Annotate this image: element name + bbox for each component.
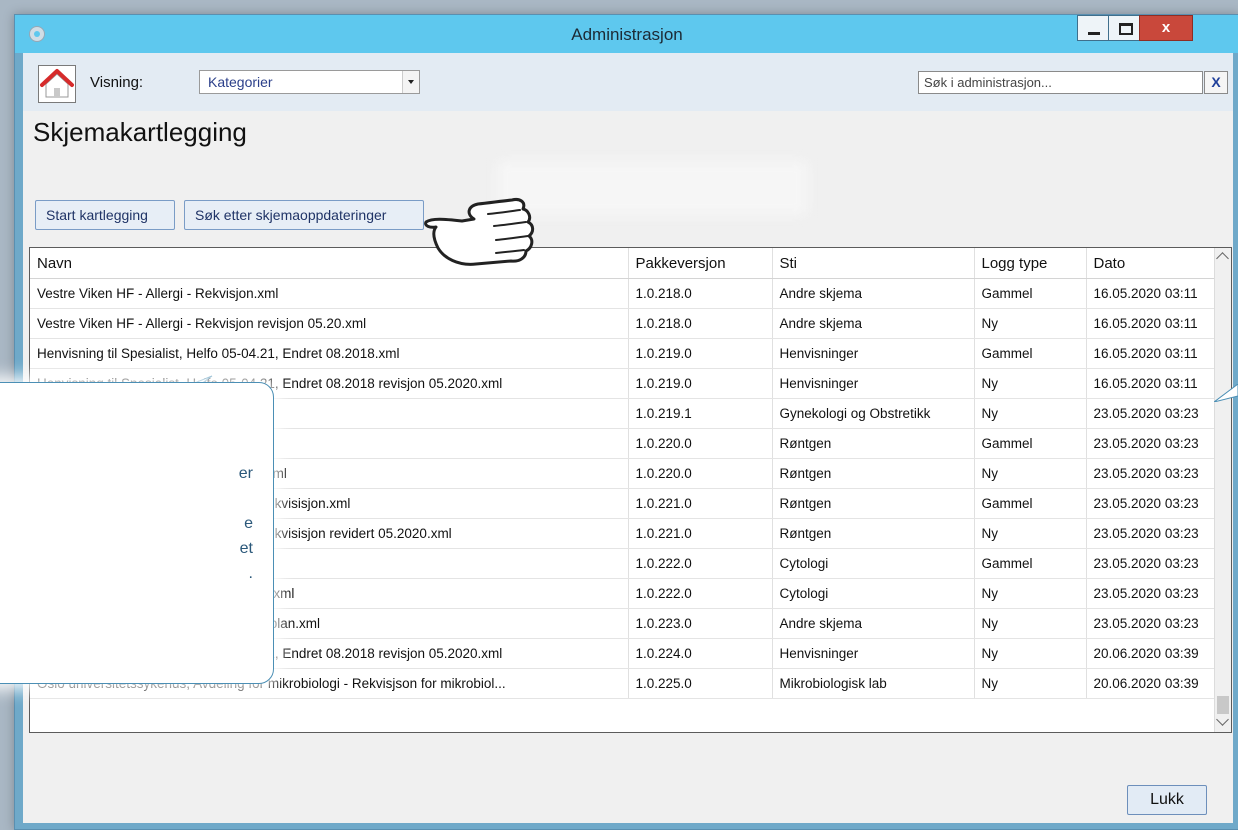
callout-line: e: [244, 515, 253, 532]
chevron-down-icon[interactable]: [402, 71, 419, 93]
search-clear-button[interactable]: X: [1204, 71, 1228, 94]
cell-pakkeversjon: 1.0.221.0: [628, 518, 773, 549]
cell-sti: Gynekologi og Obstretikk: [772, 398, 975, 429]
cell-logg-type: Gammel: [974, 428, 1087, 459]
toolbar: Visning: Kategorier X: [23, 53, 1233, 111]
pointing-hand-icon: [424, 198, 535, 266]
cell-dato: 16.05.2020 03:11: [1086, 308, 1217, 339]
cell-dato: 16.05.2020 03:11: [1086, 278, 1217, 309]
cell-dato: 23.05.2020 03:23: [1086, 518, 1217, 549]
cell-pakkeversjon: 1.0.220.0: [628, 428, 773, 459]
cell-dato: 23.05.2020 03:23: [1086, 458, 1217, 489]
cell-dato: 23.05.2020 03:23: [1086, 398, 1217, 429]
window-title: Administrasjon: [571, 25, 683, 44]
cell-dato: 20.06.2020 03:39: [1086, 668, 1217, 699]
cell-dato: 23.05.2020 03:23: [1086, 548, 1217, 579]
vertical-scrollbar[interactable]: [1214, 248, 1231, 732]
cell-sti: Cytologi: [772, 548, 975, 579]
minimize-button[interactable]: [1077, 15, 1109, 41]
maximize-button[interactable]: [1108, 15, 1140, 41]
cell-logg-type: Ny: [974, 458, 1087, 489]
title-bar[interactable]: Administrasjon x: [15, 15, 1238, 53]
cell-sti: Andre skjema: [772, 608, 975, 639]
cell-logg-type: Gammel: [974, 338, 1087, 369]
cell-pakkeversjon: 1.0.219.0: [628, 368, 773, 399]
search-schema-updates-button[interactable]: Søk etter skjemaoppdateringer: [184, 200, 424, 230]
scroll-down-icon[interactable]: [1216, 713, 1229, 726]
cell-pakkeversjon: 1.0.219.0: [628, 338, 773, 369]
home-button[interactable]: [38, 65, 76, 103]
cell-sti: Henvisninger: [772, 338, 975, 369]
cell-pakkeversjon: 1.0.222.0: [628, 578, 773, 609]
home-icon: [40, 69, 74, 98]
cell-pakkeversjon: 1.0.222.0: [628, 548, 773, 579]
table-row[interactable]: Henvisning til Spesialist, Helfo 05-04.2…: [30, 338, 1217, 369]
cell-sti: Mikrobiologisk lab: [772, 668, 975, 699]
cell-dato: 16.05.2020 03:11: [1086, 338, 1217, 369]
callout-text: er e et .: [0, 383, 267, 683]
table-header-row: Navn Pakkeversjon Sti Logg type Dato: [30, 248, 1217, 279]
column-header-dato[interactable]: Dato: [1086, 248, 1217, 279]
cell-logg-type: Ny: [974, 368, 1087, 399]
start-kartlegging-button[interactable]: Start kartlegging: [35, 200, 175, 230]
column-header-pakkeversjon[interactable]: Pakkeversjon: [628, 248, 773, 279]
cell-logg-type: Ny: [974, 668, 1087, 699]
cell-pakkeversjon: 1.0.218.0: [628, 278, 773, 309]
cell-dato: 23.05.2020 03:23: [1086, 428, 1217, 459]
cell-pakkeversjon: 1.0.220.0: [628, 458, 773, 489]
cell-logg-type: Ny: [974, 398, 1087, 429]
cell-dato: 23.05.2020 03:23: [1086, 578, 1217, 609]
scroll-up-icon[interactable]: [1216, 252, 1229, 265]
cell-logg-type: Ny: [974, 308, 1087, 339]
cell-pakkeversjon: 1.0.224.0: [628, 638, 773, 669]
lukk-button[interactable]: Lukk: [1127, 785, 1207, 815]
cell-sti: Andre skjema: [772, 308, 975, 339]
cell-logg-type: Ny: [974, 638, 1087, 669]
cell-dato: 23.05.2020 03:23: [1086, 488, 1217, 519]
cell-dato: 23.05.2020 03:23: [1086, 608, 1217, 639]
cell-logg-type: Gammel: [974, 548, 1087, 579]
cell-navn: Vestre Viken HF - Allergi - Rekvisjon.xm…: [30, 278, 629, 309]
close-window-button[interactable]: x: [1139, 15, 1193, 41]
cell-dato: 20.06.2020 03:39: [1086, 638, 1217, 669]
visning-dropdown[interactable]: Kategorier: [199, 70, 420, 94]
cell-sti: Henvisninger: [772, 638, 975, 669]
callout-line: et: [239, 540, 253, 557]
callout-line: er: [238, 465, 253, 482]
cell-sti: Andre skjema: [772, 278, 975, 309]
right-callout-pointer: [1214, 384, 1238, 402]
visning-value: Kategorier: [208, 74, 273, 90]
search-input[interactable]: [918, 71, 1203, 94]
cell-pakkeversjon: 1.0.221.0: [628, 488, 773, 519]
cell-logg-type: Gammel: [974, 488, 1087, 519]
callout-line: .: [248, 565, 253, 582]
column-header-logg-type[interactable]: Logg type: [974, 248, 1087, 279]
cell-sti: Røntgen: [772, 518, 975, 549]
cell-sti: Cytologi: [772, 578, 975, 609]
cell-pakkeversjon: 1.0.219.1: [628, 398, 773, 429]
cell-pakkeversjon: 1.0.218.0: [628, 308, 773, 339]
cell-dato: 16.05.2020 03:11: [1086, 368, 1217, 399]
cell-sti: Henvisninger: [772, 368, 975, 399]
cell-logg-type: Ny: [974, 578, 1087, 609]
scroll-thumb[interactable]: [1217, 696, 1229, 714]
cell-logg-type: Gammel: [974, 278, 1087, 309]
cell-sti: Røntgen: [772, 428, 975, 459]
page-title: Skjemakartlegging: [33, 117, 247, 147]
table-row[interactable]: Vestre Viken HF - Allergi - Rekvisjon.xm…: [30, 278, 1217, 309]
cell-logg-type: Ny: [974, 518, 1087, 549]
cell-logg-type: Ny: [974, 608, 1087, 639]
table-row[interactable]: Vestre Viken HF - Allergi - Rekvisjon re…: [30, 308, 1217, 339]
cell-navn: Henvisning til Spesialist, Helfo 05-04.2…: [30, 338, 629, 369]
column-header-sti[interactable]: Sti: [772, 248, 975, 279]
cell-pakkeversjon: 1.0.225.0: [628, 668, 773, 699]
tutorial-callout: er e et .: [0, 382, 274, 684]
cell-sti: Røntgen: [772, 488, 975, 519]
cell-sti: Røntgen: [772, 458, 975, 489]
visning-label: Visning:: [90, 74, 144, 91]
cell-navn: Vestre Viken HF - Allergi - Rekvisjon re…: [30, 308, 629, 339]
cell-pakkeversjon: 1.0.223.0: [628, 608, 773, 639]
